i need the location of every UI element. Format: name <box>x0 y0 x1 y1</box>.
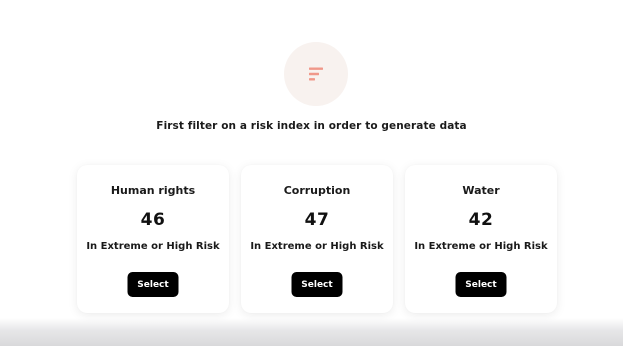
risk-card-human-rights: Human rights 46 In Extreme or High Risk … <box>77 165 229 313</box>
empty-state-message: First filter on a risk index in order to… <box>156 120 467 132</box>
card-count: 46 <box>140 210 166 230</box>
select-button-corruption[interactable]: Select <box>291 272 343 297</box>
bottom-fade <box>0 318 623 346</box>
risk-card-corruption: Corruption 47 In Extreme or High Risk Se… <box>241 165 393 313</box>
card-title: Corruption <box>283 184 351 197</box>
card-caption: In Extreme or High Risk <box>250 241 384 252</box>
select-button-water[interactable]: Select <box>455 272 507 297</box>
card-count: 47 <box>304 210 330 230</box>
select-button-human-rights[interactable]: Select <box>127 272 179 297</box>
card-title: Human rights <box>110 184 196 197</box>
filter-icon-badge <box>284 42 348 106</box>
card-count: 42 <box>468 210 494 230</box>
risk-index-page: First filter on a risk index in order to… <box>0 0 623 346</box>
card-caption: In Extreme or High Risk <box>86 241 220 252</box>
risk-card-water: Water 42 In Extreme or High Risk Select <box>405 165 557 313</box>
card-title: Water <box>462 184 500 197</box>
filter-bars-icon <box>309 67 323 81</box>
card-caption: In Extreme or High Risk <box>414 241 548 252</box>
